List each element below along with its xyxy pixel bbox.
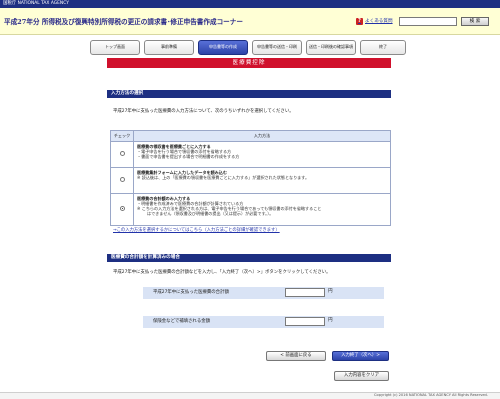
step-label: 送信・印刷後の確認事項 — [309, 44, 353, 50]
option-note: はできません（領収書及び明細書の提出（又は提示）が必要です。）。 — [147, 211, 274, 217]
radio-total-only[interactable] — [119, 206, 125, 212]
footer-copyright: Copyright (c) 2016 NATIONAL TAX AGENCY A… — [0, 392, 500, 399]
field-label: 平成27年中に支払った医療費の合計額 — [153, 290, 229, 296]
yen-unit: 円 — [328, 289, 333, 294]
medical-total-input[interactable] — [285, 288, 325, 297]
app-title: 平成27年分 所得税及び復興特別所得税の更正の請求書･修正申告書作成コーナー — [4, 18, 243, 26]
clear-button[interactable]: 入力内容をクリア — [334, 371, 389, 381]
input-method-help-link[interactable]: →この入力方法を選択するかについてはこちら（入力方法ごとの詳細が確認できます） — [113, 228, 280, 233]
col-check-header: チェック — [110, 130, 134, 142]
step-create-return: 申告書等の作成 — [198, 40, 248, 55]
option-note: ・書面で申告書を提出する場合で明細書の作成をする方 — [137, 154, 240, 160]
agency-name: 国税庁 NATIONAL TAX AGENCY — [3, 1, 69, 7]
step-preparation: 事前準備 — [144, 40, 194, 55]
table-row: 医療費集計フォームに入力したデータを読み込む ※ 読込後は、上の「医療費の領収書… — [110, 167, 391, 194]
page-heading: 医療費控除 — [107, 58, 391, 68]
section-total-calculated-title: 医療費の合計額を計算済みの場合 — [107, 254, 391, 262]
help-icon: ? — [356, 18, 363, 25]
table-row: 医療費の合計額のみ入力する ・明細書を作成済みで医療費の合計額が計算されている方… — [110, 193, 391, 226]
section-input-method-title: 入力方法の選択 — [107, 90, 391, 98]
step-post-check: 送信・印刷後の確認事項 — [306, 40, 356, 55]
header: 平成27年分 所得税及び復興特別所得税の更正の請求書･修正申告書作成コーナー ?… — [0, 8, 500, 35]
input-method-table: チェック 入力方法 医療費の領収書を医療費ごとに入力する ・電子申告を行う場合で… — [110, 130, 391, 226]
table-row: 医療費の領収書を医療費ごとに入力する ・電子申告を行う場合で領収書の添付を省略す… — [110, 141, 391, 168]
radio-import-form-data[interactable] — [119, 177, 125, 183]
faq-link[interactable]: ? よくある質問 — [356, 18, 393, 25]
step-label: 申告書等の作成 — [209, 44, 237, 50]
yen-unit: 円 — [328, 318, 333, 323]
medical-total-label: 平成27年中に支払った医療費の合計額 — [143, 287, 384, 299]
step-label: トップ画面 — [105, 44, 125, 50]
search-input[interactable] — [399, 17, 457, 26]
insurance-compensation-input[interactable] — [285, 317, 325, 326]
step-top: トップ画面 — [90, 40, 140, 55]
back-button[interactable]: < 前画面に戻る — [266, 351, 326, 361]
next-button[interactable]: 入力終了（次へ）> — [332, 351, 389, 361]
option-note: ※ 読込後は、上の「医療費の領収書を医療費ごとに入力する」が選択された状態となり… — [137, 175, 310, 181]
step-navigation: トップ画面 事前準備 申告書等の作成 申告書等の送信・印刷 送信・印刷後の確認事… — [90, 40, 410, 56]
step-label: 申告書等の送信・印刷 — [257, 44, 297, 50]
search-button[interactable]: 検 索 — [461, 17, 489, 26]
field-label: 保険金などで補填される金額 — [153, 319, 210, 325]
insurance-compensation-label: 保険金などで補填される金額 — [143, 316, 384, 328]
step-label: 事前準備 — [161, 44, 177, 50]
step-label: 終了 — [379, 44, 387, 50]
section-total-calculated-desc: 平成27年中に支払った医療費の合計額などを入力し、「入力終了（次へ）>」ボタンを… — [113, 270, 331, 275]
radio-receipts-per-item[interactable] — [119, 151, 125, 157]
step-finish: 終了 — [360, 40, 406, 55]
step-send-print: 申告書等の送信・印刷 — [252, 40, 302, 55]
faq-label: よくある質問 — [365, 18, 393, 24]
agency-bar: 国税庁 NATIONAL TAX AGENCY — [0, 0, 500, 8]
col-method-header: 入力方法 — [133, 130, 391, 142]
section-input-method-desc: 平成27年中に支払った医療費の入力方法について、次のうちいずれかを選択してくださ… — [113, 109, 294, 114]
